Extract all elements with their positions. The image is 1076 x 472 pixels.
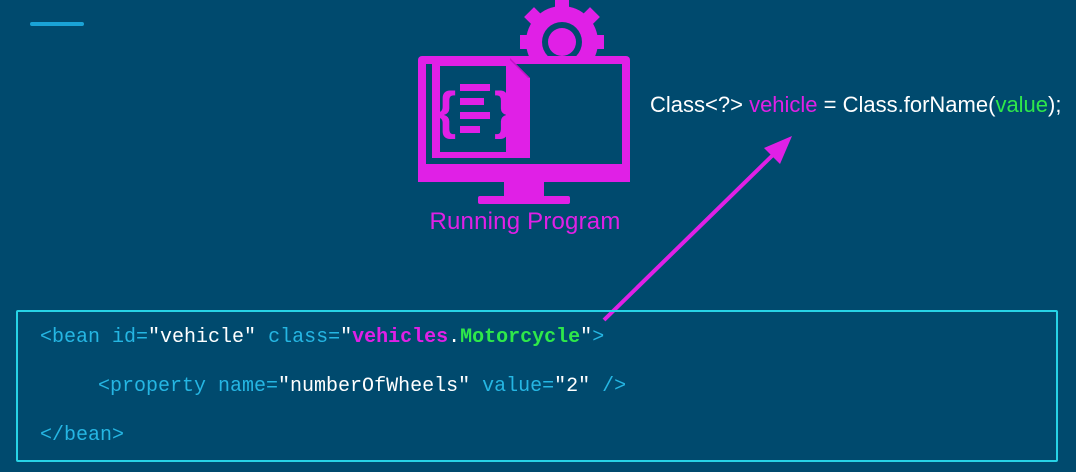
xml-tag: /> [590,375,627,398]
xml-tag: > [592,326,605,349]
code-variable: vehicle [749,92,818,117]
xml-attr: value= [482,375,555,398]
xml-quote: " [580,326,593,349]
code-mid: = Class.forName( [817,92,996,117]
xml-value: "numberOfWheels" [278,375,471,398]
xml-line-bean-close: </bean> [40,424,124,447]
xml-tag: <property [98,375,219,398]
xml-config-box: <bean id="vehicle" class="vehicles.Motor… [16,310,1058,462]
accent-bar [30,22,84,26]
java-code-line: Class<?> vehicle = Class.forName(value); [650,92,1061,118]
xml-line-property: <property name="numberOfWheels" value="2… [98,375,626,398]
svg-text:{: { [436,82,456,140]
code-suffix: ); [1048,92,1062,117]
xml-attr: id= [112,326,149,349]
code-prefix: Class<?> [650,92,750,117]
xml-quote: " [340,326,353,349]
xml-tag: </bean> [40,424,125,447]
xml-dot: . [448,326,461,349]
xml-package: vehicles [352,326,449,349]
computer-gear-icon: { } [418,0,630,204]
code-argument: value [995,92,1049,117]
xml-value: "2" [554,375,591,398]
xml-attr: name= [218,375,279,398]
xml-space [470,375,482,398]
xml-line-bean-open: <bean id="vehicle" class="vehicles.Motor… [40,326,604,349]
xml-tag: <bean [40,326,113,349]
xml-class-name: Motorcycle [460,326,581,349]
xml-attr: class= [268,326,341,349]
svg-text:}: } [494,82,514,140]
program-label: Running Program [429,208,621,235]
xml-value: "vehicle" [148,326,257,349]
xml-space [256,326,268,349]
